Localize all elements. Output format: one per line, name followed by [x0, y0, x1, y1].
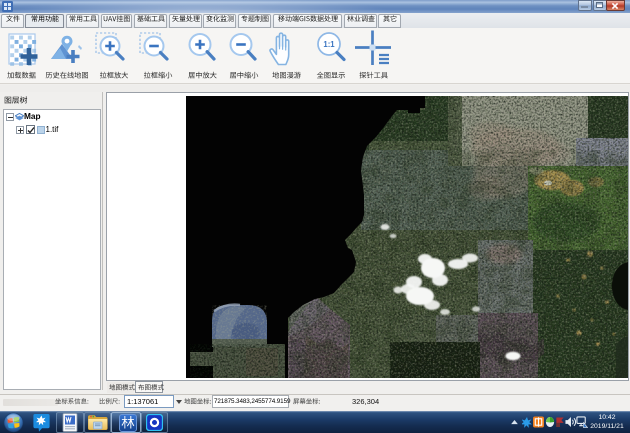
svg-text:1:1: 1:1 [323, 40, 335, 49]
